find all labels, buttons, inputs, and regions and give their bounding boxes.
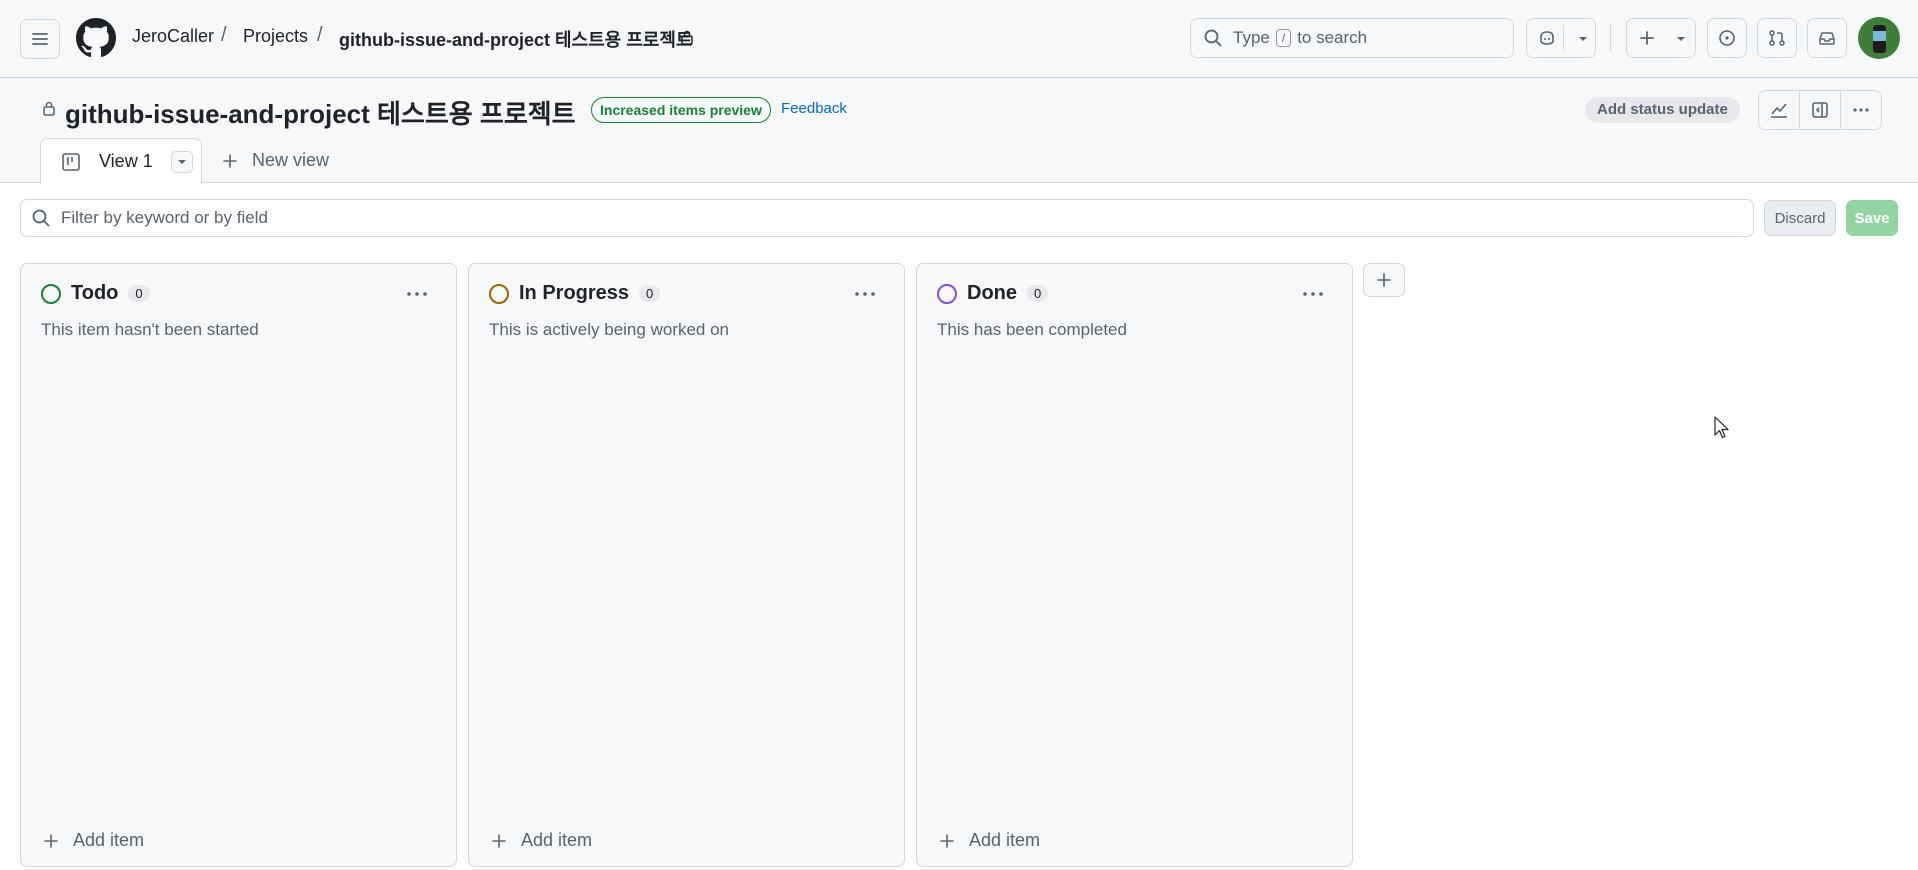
tab-view-1[interactable]: View 1 <box>40 138 202 184</box>
project-header: github-issue-and-project 테스트용 프로젝트 Incre… <box>0 78 1918 184</box>
save-button[interactable]: Save <box>1846 200 1898 236</box>
plus-icon <box>492 833 506 848</box>
column-header: In Progress 0 <box>489 282 661 305</box>
breadcrumb-project[interactable]: github-issue-and-project 테스트용 프로젝트 <box>339 26 692 52</box>
board-column-in-progress: In Progress 0 This is actively being wor… <box>468 263 905 867</box>
breadcrumb-separator: / <box>317 24 323 46</box>
column-title: Todo <box>71 282 119 304</box>
column-description: This item hasn't been started <box>41 320 259 339</box>
breadcrumb-owner[interactable]: JeroCaller <box>132 26 214 47</box>
plus-icon <box>44 833 58 848</box>
search-shortcut-key: / <box>1275 29 1292 47</box>
inbox-icon <box>1819 32 1835 45</box>
chevron-down-icon <box>177 159 186 164</box>
board-column-done: Done 0 This has been completed Add item <box>916 263 1353 867</box>
feedback-link[interactable]: Feedback <box>781 100 847 117</box>
pull-requests-button[interactable] <box>1757 18 1797 58</box>
tab-label: View 1 <box>99 151 153 171</box>
search-icon <box>32 209 50 227</box>
add-item-label: Add item <box>969 830 1041 850</box>
board-column-todo: Todo 0 This item hasn't been started Add… <box>20 263 457 867</box>
mouse-cursor-icon <box>1714 416 1729 439</box>
column-header: Done 0 <box>937 282 1049 305</box>
github-logo-icon[interactable] <box>76 18 116 58</box>
add-item-label: Add item <box>73 830 145 850</box>
plus-icon <box>940 833 954 848</box>
add-item-button[interactable]: Add item <box>491 830 592 851</box>
column-menu-button[interactable] <box>850 282 880 306</box>
column-title: Done <box>967 282 1017 304</box>
inbox-button[interactable] <box>1807 18 1847 58</box>
chevron-down-icon <box>1579 37 1587 41</box>
project-actions <box>1758 90 1882 130</box>
project-board-icon <box>62 152 80 171</box>
insights-button[interactable] <box>1759 91 1800 129</box>
search-suffix: to search <box>1297 28 1368 47</box>
filter-placeholder: Filter by keyword or by field <box>61 208 268 227</box>
search-input[interactable]: Type / to search <box>1190 18 1514 58</box>
project-menu-button[interactable] <box>1841 91 1881 129</box>
add-item-label: Add item <box>521 830 593 850</box>
plus-icon <box>1377 273 1391 287</box>
view-options-button[interactable] <box>170 150 193 173</box>
global-header: JeroCaller / Projects / github-issue-and… <box>0 0 1918 78</box>
graph-icon <box>1771 103 1787 118</box>
status-circle-icon <box>489 283 509 304</box>
plus-icon <box>223 153 237 168</box>
lock-icon <box>43 101 55 116</box>
plus-icon <box>1640 31 1654 45</box>
new-view-button[interactable]: New view <box>222 150 329 171</box>
column-count: 0 <box>639 285 661 302</box>
sidebar-expand-icon <box>1812 102 1828 118</box>
status-circle-icon <box>937 283 957 304</box>
copilot-icon <box>1540 31 1554 45</box>
column-title: In Progress <box>519 282 630 304</box>
search-prefix: Type <box>1233 28 1270 47</box>
hamburger-icon <box>32 33 48 45</box>
add-item-button[interactable]: Add item <box>939 830 1040 851</box>
create-new-button[interactable] <box>1626 18 1696 58</box>
kebab-horizontal-icon <box>1303 292 1323 296</box>
search-icon <box>1204 29 1222 47</box>
side-panel-button[interactable] <box>1800 91 1841 129</box>
preview-badge: Increased items preview <box>591 97 771 123</box>
issue-opened-icon <box>1719 30 1735 46</box>
new-view-label: New view <box>252 150 330 170</box>
column-menu-button[interactable] <box>1298 282 1328 306</box>
column-description: This is actively being worked on <box>489 320 730 339</box>
column-count: 0 <box>1027 285 1049 302</box>
add-column-button[interactable] <box>1363 263 1405 297</box>
project-title[interactable]: github-issue-and-project 테스트용 프로젝트 <box>65 94 576 131</box>
column-menu-button[interactable] <box>402 282 432 306</box>
filter-input[interactable]: Filter by keyword or by field <box>20 199 1754 237</box>
breadcrumb-separator: / <box>221 24 227 46</box>
kebab-horizontal-icon <box>407 292 427 296</box>
issues-button[interactable] <box>1707 18 1747 58</box>
status-circle-icon <box>41 283 61 304</box>
column-count: 0 <box>128 285 150 302</box>
discard-button[interactable]: Discard <box>1764 200 1836 236</box>
chevron-down-icon <box>1677 37 1685 41</box>
add-item-button[interactable]: Add item <box>43 830 144 851</box>
kebab-horizontal-icon <box>855 292 875 296</box>
column-description: This has been completed <box>937 320 1127 339</box>
git-pull-request-icon <box>1769 30 1785 46</box>
kebab-horizontal-icon <box>1853 108 1869 112</box>
lock-icon <box>681 30 693 45</box>
add-status-update-button[interactable]: Add status update <box>1585 97 1740 123</box>
hamburger-menu-button[interactable] <box>20 19 60 59</box>
avatar[interactable] <box>1858 17 1900 59</box>
column-header: Todo 0 <box>41 282 150 305</box>
copilot-button[interactable] <box>1526 18 1596 58</box>
breadcrumb-projects[interactable]: Projects <box>243 26 308 47</box>
